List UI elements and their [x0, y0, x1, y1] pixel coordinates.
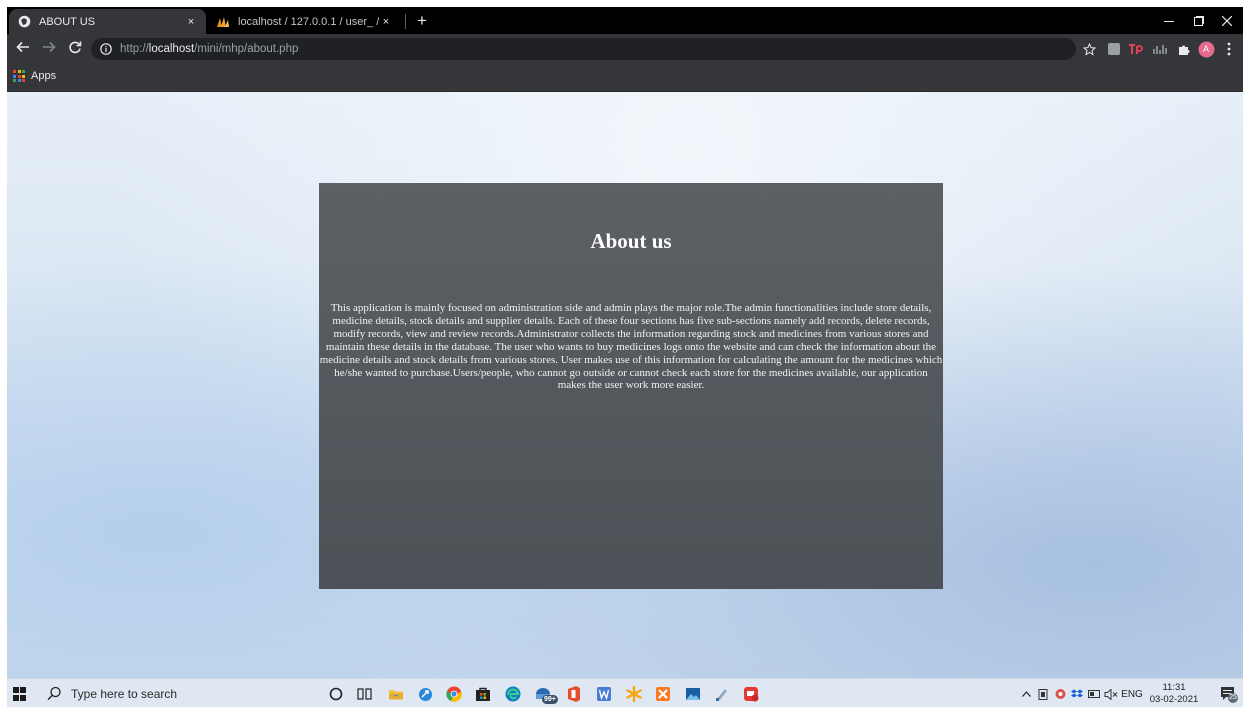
store-bag-icon[interactable] — [472, 683, 494, 705]
about-panel: About us This application is mainly focu… — [319, 183, 943, 589]
action-center-icon[interactable]: 25 — [1220, 685, 1238, 703]
windows-start-icon[interactable] — [13, 687, 27, 701]
tray-volume-muted-icon[interactable] — [1104, 686, 1118, 702]
phpmyadmin-icon — [216, 15, 230, 29]
url-scheme: http:// — [120, 43, 149, 55]
profile-initial: A — [1202, 44, 1209, 54]
tray-chevron-up-icon[interactable] — [1020, 686, 1032, 702]
search-icon — [47, 686, 63, 702]
tp-extension-icon[interactable] — [1127, 40, 1145, 58]
media-router-icon[interactable] — [1151, 40, 1169, 58]
tray-clock[interactable]: 11:31 03-02-2021 — [1145, 682, 1203, 706]
chrome-menu-icon[interactable] — [1220, 40, 1238, 58]
xampp-icon[interactable] — [652, 683, 674, 705]
notification-count: 25 — [1229, 694, 1237, 701]
tab-phpmyadmin[interactable]: localhost / 127.0.0.1 / user_ / user × — [208, 9, 401, 34]
forward-icon[interactable] — [39, 39, 59, 59]
bookmarks-bar: Apps — [7, 64, 1243, 92]
globe-icon — [17, 15, 31, 29]
browser-window: ABOUT US × localhost / 127.0.0.1 / user_… — [7, 7, 1243, 707]
extensions-puzzle-icon[interactable] — [1174, 40, 1192, 58]
tab-strip: ABOUT US × localhost / 127.0.0.1 / user_… — [7, 7, 1243, 34]
edge-icon[interactable] — [502, 683, 524, 705]
tray-language[interactable]: ENG — [1121, 686, 1143, 702]
tab-close-icon[interactable]: × — [184, 16, 198, 28]
about-description: This application is mainly focused on ad… — [319, 302, 943, 392]
tab-close-icon[interactable]: × — [379, 16, 393, 28]
address-bar[interactable]: http://localhost/mini/mhp/about.php — [91, 38, 1076, 60]
tab-title: ABOUT US — [39, 15, 96, 28]
extension-tile-icon[interactable] — [1105, 40, 1123, 58]
bookmark-star-icon[interactable] — [1080, 40, 1098, 58]
apps-shortcut[interactable]: Apps — [13, 70, 56, 82]
page-viewport: About us This application is mainly focu… — [7, 92, 1243, 678]
search-placeholder: Type here to search — [71, 686, 178, 701]
url-host: localhost — [148, 43, 195, 55]
close-window-icon[interactable] — [1211, 7, 1243, 34]
unread-badge: 99+ — [542, 695, 558, 704]
new-tab-button[interactable]: + — [412, 11, 432, 31]
mail-app-icon[interactable]: 99+ — [529, 683, 559, 705]
app-blue-circle-icon[interactable] — [414, 683, 436, 705]
tray-dropbox-icon[interactable] — [1070, 686, 1083, 702]
tray-network-icon[interactable] — [1087, 686, 1100, 702]
office-icon[interactable] — [563, 683, 585, 705]
file-explorer-icon[interactable] — [385, 683, 407, 705]
tab-title: localhost / 127.0.0.1 / user_ / user — [238, 15, 379, 28]
page-title: About us — [590, 229, 672, 253]
cortana-icon[interactable] — [325, 683, 347, 705]
minimize-icon[interactable] — [1153, 7, 1185, 34]
back-icon[interactable] — [13, 39, 33, 59]
word-icon[interactable] — [593, 683, 615, 705]
profile-avatar[interactable]: A — [1197, 40, 1215, 58]
asterisk-app-icon[interactable] — [623, 683, 645, 705]
chrome-icon[interactable] — [443, 683, 465, 705]
apps-label: Apps — [31, 70, 57, 82]
tray-battery-icon[interactable] — [1037, 686, 1049, 702]
url-path: /mini/mhp/about.php — [194, 43, 299, 55]
task-view-icon[interactable] — [354, 683, 376, 705]
photos-icon[interactable] — [682, 683, 704, 705]
paint-icon[interactable] — [711, 683, 733, 705]
browser-toolbar: http://localhost/mini/mhp/about.php A — [7, 34, 1243, 64]
tray-app-red-icon[interactable] — [1053, 686, 1067, 702]
site-info-icon[interactable] — [100, 43, 112, 55]
taskbar-search[interactable]: Type here to search — [41, 679, 311, 707]
windows-taskbar: Type here to search 99+ ENG 11:31 03-02-… — [7, 678, 1243, 707]
tab-separator — [405, 14, 406, 29]
apps-grid-icon — [13, 70, 25, 82]
tray-time: 11:31 — [1162, 682, 1186, 693]
tray-date: 03-02-2021 — [1149, 694, 1199, 705]
reload-icon[interactable] — [65, 39, 85, 59]
tab-about-us[interactable]: ABOUT US × — [9, 9, 206, 34]
notification-app-icon[interactable] — [740, 683, 762, 705]
